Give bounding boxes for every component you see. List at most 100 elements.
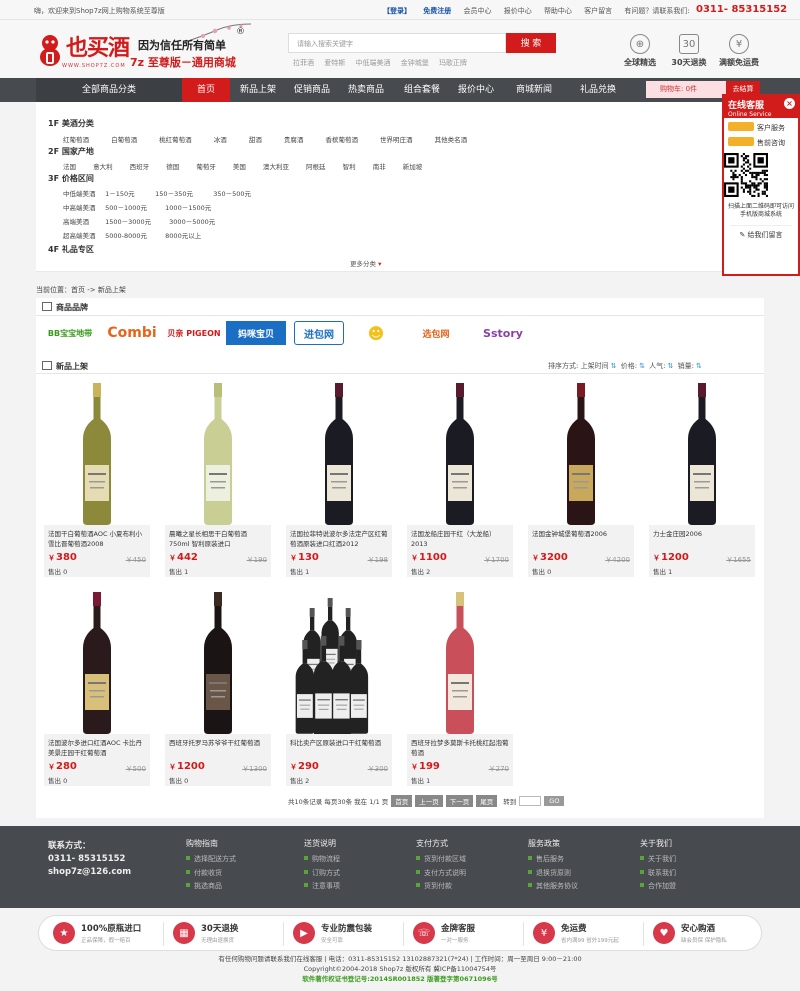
hot-word[interactable]: 拉菲酒 — [293, 59, 314, 67]
category-link[interactable]: 8000元以上 — [165, 232, 201, 240]
category-link[interactable]: 西班牙 — [130, 163, 150, 171]
leave-message-link[interactable]: ✎ 给我们留言 — [730, 225, 792, 240]
nav-item-combo[interactable]: 组合套餐 — [394, 78, 450, 102]
search-button[interactable]: 搜 索 — [506, 33, 556, 53]
product-card[interactable]: 科比卖产区原装进口干红葡萄酒 ￥290 ￥300 售出 2 — [286, 589, 392, 786]
footer-link[interactable]: 挑选商品 — [186, 880, 236, 894]
footer-link[interactable]: 合作加盟 — [640, 880, 676, 894]
category-link[interactable]: 德国 — [166, 163, 179, 171]
product-image[interactable] — [165, 380, 271, 525]
footer-link[interactable]: 选择配送方式 — [186, 853, 236, 867]
product-name[interactable]: 力士金庄园2006 — [653, 529, 751, 549]
sort-arrows-icon[interactable]: ⇅ — [611, 362, 617, 370]
wine-bottle-image[interactable] — [77, 592, 117, 734]
category-link[interactable]: 香槟葡萄酒 — [325, 136, 358, 144]
wine-bottle-image[interactable] — [440, 592, 480, 734]
brand-logo[interactable]: 贝亲 PIGEON — [166, 321, 222, 345]
product-name[interactable]: 晨曦之星长相思干白葡萄酒750ml 智利原装进口 — [169, 529, 267, 549]
service-return[interactable]: 30 30天退换 — [667, 34, 711, 68]
footer-link[interactable]: 注意事项 — [304, 880, 340, 894]
footer-link[interactable]: 货到付款区域 — [416, 853, 466, 867]
product-card[interactable]: 西班牙拉梦多莫斯卡托桃红起泡葡萄酒 ￥199 ￥270 售出 1 — [407, 589, 513, 786]
wine-bottle-image[interactable] — [77, 383, 117, 525]
footer-link[interactable]: 付款收货 — [186, 867, 236, 881]
category-link[interactable]: 5000-8000元 — [105, 230, 163, 240]
wine-bottle-image[interactable] — [289, 592, 389, 734]
login-link[interactable]: 【登录】 — [383, 7, 411, 15]
hot-word[interactable]: 中低端美酒 — [355, 59, 390, 67]
sort-by-price[interactable]: 价格: — [621, 362, 637, 370]
product-name[interactable]: 法国金钟城堡葡萄酒2006 — [532, 529, 630, 549]
category-link[interactable]: 美国 — [233, 163, 246, 171]
product-card[interactable]: 法国波尔多进口红酒AOC 卡比丹美景庄园干红葡萄酒 ￥280 ￥500 售出 0 — [44, 589, 150, 786]
product-name[interactable]: 西班牙拉梦多莫斯卡托桃红起泡葡萄酒 — [411, 738, 509, 758]
category-link[interactable]: 智利 — [343, 163, 356, 171]
category-link[interactable]: 1500－3000元 — [105, 216, 167, 226]
category-link[interactable]: 3000－5000元 — [169, 218, 215, 226]
sort-by-time[interactable]: 上架时间 — [581, 362, 609, 370]
category-link[interactable]: 新加坡 — [403, 163, 423, 171]
pager-first-button[interactable]: 首页 — [391, 795, 413, 807]
brand-logo[interactable]: Sstory — [474, 321, 532, 345]
category-link[interactable]: 红葡萄酒 — [63, 136, 89, 144]
hot-word[interactable]: 玛歌正牌 — [439, 59, 467, 67]
pager-last-button[interactable]: 尾页 — [476, 795, 498, 807]
monkey-logo-icon[interactable] — [35, 32, 65, 68]
footer-link[interactable]: 其他服务协议 — [528, 880, 578, 894]
qq-presales[interactable]: 售前咨询 — [728, 137, 794, 148]
nav-item-new[interactable]: 新品上架 — [230, 78, 286, 102]
pager-prev-button[interactable]: 上一页 — [415, 795, 443, 807]
product-name[interactable]: 法国波尔多进口红酒AOC 卡比丹美景庄园干红葡萄酒 — [48, 738, 146, 758]
category-link[interactable]: 1000－1500元 — [165, 204, 211, 212]
product-name[interactable]: 法国干白葡萄酒AOC 小夏布利小雪比晋葡萄酒2008 — [48, 529, 146, 549]
register-link[interactable]: 免费注册 — [423, 7, 451, 15]
qq-customer-service[interactable]: 客户服务 — [728, 122, 794, 133]
nav-item-quote[interactable]: 报价中心 — [450, 78, 502, 102]
product-image[interactable] — [286, 380, 392, 525]
category-link[interactable]: 冰酒 — [214, 136, 227, 144]
brand-logo[interactable]: ☻ — [350, 321, 402, 345]
wine-bottle-image[interactable] — [440, 383, 480, 525]
category-link[interactable]: 1－150元 — [105, 188, 153, 198]
category-link[interactable]: 世界明庄酒 — [380, 136, 413, 144]
product-card[interactable]: 西班牙托罗马苏爷爷干红葡萄酒 ￥1200 ￥1300 售出 0 — [165, 589, 271, 786]
footer-link[interactable]: 货到付款 — [416, 880, 466, 894]
sort-arrows-icon[interactable]: ⇅ — [639, 362, 645, 370]
contact-email[interactable]: shop7z@126.com — [48, 866, 131, 879]
product-name[interactable]: 法国龙船庄园干红（大龙船）2013 — [411, 529, 509, 549]
brand-logo[interactable]: 妈咪宝贝 — [226, 321, 286, 345]
all-categories-button[interactable]: 全部商品分类 — [36, 78, 182, 102]
cart-button[interactable]: 购物车: 0件 — [646, 81, 726, 98]
product-image[interactable] — [286, 589, 392, 734]
wine-bottle-image[interactable] — [198, 383, 238, 525]
product-image[interactable] — [407, 380, 513, 525]
product-name[interactable]: 法国拉菲特说波尔多法定产区红葡萄酒原装进口红酒2012 — [290, 529, 388, 549]
footer-link[interactable]: 购物流程 — [304, 853, 340, 867]
product-card[interactable]: 法国龙船庄园干红（大龙船）2013 ￥1100 ￥1700 售出 2 — [407, 380, 513, 577]
category-link[interactable]: 甜酒 — [249, 136, 262, 144]
brand-logo[interactable]: BB宝宝地带 — [42, 321, 98, 345]
product-image[interactable] — [165, 589, 271, 734]
nav-item-home[interactable]: 首页 — [182, 78, 230, 102]
nav-item-hot[interactable]: 热卖商品 — [338, 78, 394, 102]
category-link[interactable]: 桃红葡萄酒 — [159, 136, 192, 144]
wine-bottle-image[interactable] — [682, 383, 722, 525]
help-center-link[interactable]: 帮助中心 — [544, 7, 572, 15]
product-image[interactable] — [528, 380, 634, 525]
category-link[interactable]: 阿根廷 — [306, 163, 326, 171]
category-link[interactable]: 白葡萄酒 — [111, 136, 137, 144]
footer-link[interactable]: 支付方式说明 — [416, 867, 466, 881]
product-image[interactable] — [44, 589, 150, 734]
category-link[interactable]: 法国 — [63, 163, 76, 171]
category-link[interactable]: 贵腐酒 — [284, 136, 304, 144]
nav-item-news[interactable]: 商城新闻 — [506, 78, 562, 102]
category-link[interactable]: 澳大利亚 — [263, 163, 289, 171]
footer-link[interactable]: 联系我们 — [640, 867, 676, 881]
category-link[interactable]: 葡萄牙 — [196, 163, 216, 171]
quote-center-link[interactable]: 报价中心 — [504, 7, 532, 15]
footer-link[interactable]: 售后服务 — [528, 853, 578, 867]
category-link[interactable]: 其他类名酒 — [435, 136, 468, 144]
pager-page-input[interactable] — [519, 796, 542, 806]
footer-link[interactable]: 关于我们 — [640, 853, 676, 867]
nav-item-gift[interactable]: 礼品兑换 — [572, 78, 624, 102]
